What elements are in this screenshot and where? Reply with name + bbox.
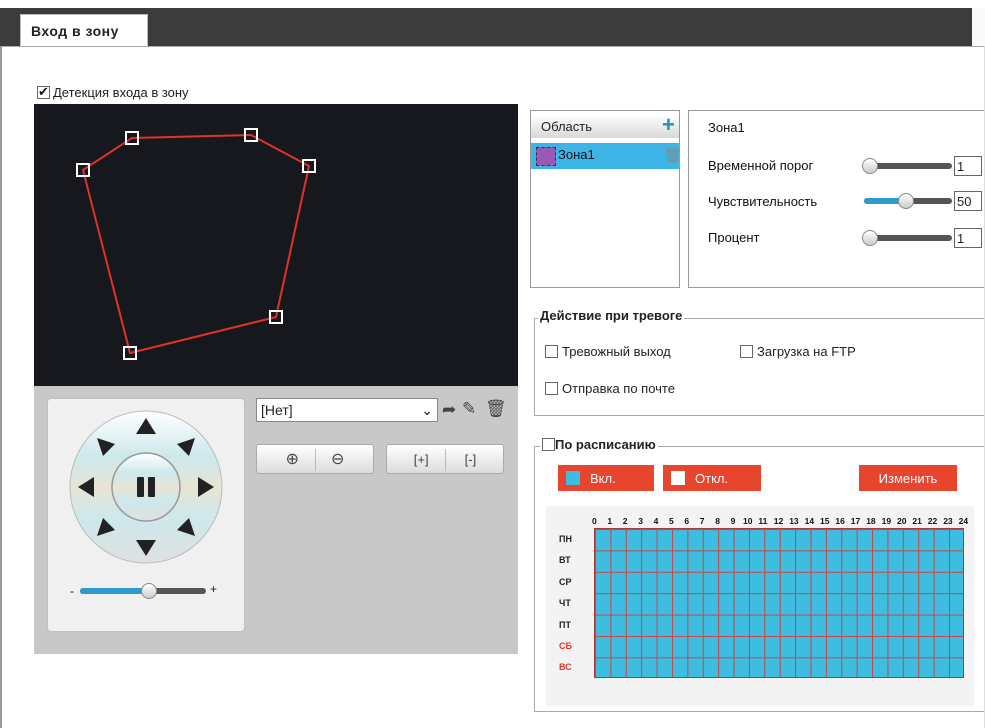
ftp-checkbox[interactable] bbox=[740, 345, 753, 359]
schedule-checkbox[interactable] bbox=[542, 438, 555, 452]
hour-label: 18 bbox=[866, 516, 876, 526]
hour-label: 14 bbox=[804, 516, 815, 526]
schedule-on-button[interactable]: Вкл. bbox=[558, 465, 654, 491]
preset-value: [Нет] bbox=[261, 402, 293, 418]
ftp-label: Загрузка на FTP bbox=[757, 344, 856, 360]
hour-label: 1 bbox=[607, 516, 613, 526]
hour-label: 20 bbox=[897, 516, 907, 526]
email-label: Отправка по почте bbox=[562, 381, 675, 397]
time-threshold-slider[interactable] bbox=[868, 163, 952, 169]
hour-label: 0 bbox=[592, 516, 597, 526]
hour-label: 10 bbox=[743, 516, 753, 526]
delete-trash-icon[interactable]: 🗑 bbox=[485, 399, 507, 419]
time-threshold-input[interactable]: 1 bbox=[954, 156, 982, 176]
hour-label: 19 bbox=[881, 516, 892, 526]
hour-label: 21 bbox=[912, 516, 922, 526]
zoom-out-icon[interactable]: ⊖ bbox=[331, 449, 344, 469]
zone-name: Зона1 bbox=[708, 120, 745, 135]
focus-far-icon[interactable]: [-] bbox=[465, 452, 477, 467]
percent-slider[interactable] bbox=[868, 235, 952, 241]
speed-slider-fill bbox=[80, 588, 150, 594]
percent-input[interactable]: 1 bbox=[954, 228, 982, 248]
hour-label: 2 bbox=[622, 516, 628, 526]
sensitivity-input[interactable]: 50 bbox=[954, 191, 982, 211]
detection-checkbox[interactable] bbox=[37, 84, 50, 100]
schedule-title-row: По расписанию bbox=[540, 436, 658, 453]
zone-polygon-overlay[interactable] bbox=[34, 104, 518, 386]
schedule-on-label: Вкл. bbox=[590, 470, 616, 486]
schedule-grid[interactable] bbox=[594, 528, 964, 678]
day-label: СБ bbox=[559, 641, 572, 651]
area-list-header: Область bbox=[531, 116, 679, 138]
sensitivity-label: Чувствительность bbox=[708, 194, 818, 209]
day-label: ПН bbox=[559, 534, 572, 544]
tab-zone-entry[interactable]: Вход в зону bbox=[20, 14, 148, 46]
ftp-option: Загрузка на FTP bbox=[736, 343, 856, 359]
hour-label: 16 bbox=[835, 516, 845, 526]
zoom-group: ⊕ ⊖ bbox=[256, 444, 374, 474]
speed-plus: + bbox=[210, 582, 218, 596]
hour-label: 8 bbox=[715, 516, 720, 526]
left-border bbox=[0, 46, 2, 728]
alarm-out-option: Тревожный выход bbox=[541, 343, 671, 359]
schedule-edit-button[interactable]: Изменить bbox=[859, 465, 957, 491]
day-label: ПТ bbox=[559, 619, 571, 630]
zoom-in-icon[interactable]: ⊕ bbox=[286, 449, 299, 469]
percent-knob[interactable] bbox=[862, 230, 878, 246]
video-preview[interactable] bbox=[34, 104, 518, 386]
schedule-off-button[interactable]: Откл. bbox=[663, 465, 761, 491]
area-color-swatch[interactable] bbox=[536, 147, 556, 166]
area-item-label: Зона1 bbox=[558, 147, 595, 162]
pause-icon[interactable] bbox=[137, 477, 144, 497]
alarm-out-label: Тревожный выход bbox=[562, 344, 671, 360]
tab-divider bbox=[0, 46, 985, 47]
hour-label: 22 bbox=[927, 516, 938, 526]
percent-label: Процент bbox=[708, 230, 760, 245]
day-label: ВТ bbox=[559, 555, 571, 566]
ptz-joystick[interactable] bbox=[66, 410, 226, 570]
chevron-down-icon: ⌄ bbox=[421, 401, 433, 418]
sensitivity-knob[interactable] bbox=[898, 193, 914, 209]
hour-label: 23 bbox=[943, 516, 953, 526]
hour-label: 9 bbox=[730, 516, 736, 526]
speed-minus: - bbox=[70, 584, 74, 598]
hour-label: 6 bbox=[684, 516, 690, 526]
email-checkbox[interactable] bbox=[545, 382, 558, 396]
tab-bar-scroll bbox=[972, 8, 985, 46]
hour-label: 13 bbox=[789, 516, 799, 526]
day-label: СР bbox=[559, 576, 572, 587]
go-preset-icon[interactable]: ➦ bbox=[442, 400, 456, 420]
delete-area-icon[interactable]: 🗑 bbox=[663, 146, 682, 164]
hour-label: 4 bbox=[653, 516, 659, 526]
detection-label: Детекция входа в зону bbox=[53, 85, 189, 101]
on-color-swatch bbox=[566, 471, 580, 485]
focus-group: [+] [-] bbox=[386, 444, 504, 474]
hour-label: 11 bbox=[758, 516, 768, 526]
schedule-off-label: Откл. bbox=[695, 470, 729, 486]
email-option: Отправка по почте bbox=[541, 380, 675, 396]
alarm-out-checkbox[interactable] bbox=[545, 345, 558, 359]
alarm-actions-title: Действие при тревоге bbox=[538, 308, 685, 323]
time-threshold-label: Временной порог bbox=[708, 158, 814, 173]
off-color-swatch bbox=[671, 471, 685, 485]
hour-label: 15 bbox=[820, 516, 830, 526]
focus-near-icon[interactable]: [+] bbox=[414, 452, 429, 467]
add-area-icon[interactable]: + bbox=[662, 114, 675, 136]
zone-polygon[interactable] bbox=[81, 133, 311, 355]
schedule-title: По расписанию bbox=[555, 437, 656, 453]
hour-label: 17 bbox=[850, 516, 861, 526]
hour-label: 24 bbox=[958, 516, 969, 526]
alarm-actions-group bbox=[534, 318, 985, 416]
hour-label: 5 bbox=[669, 516, 674, 526]
hour-label: 12 bbox=[773, 516, 784, 526]
hour-label: 7 bbox=[699, 516, 705, 526]
time-threshold-knob[interactable] bbox=[862, 158, 878, 174]
day-label: ВС bbox=[559, 662, 572, 673]
hour-label: 3 bbox=[638, 516, 643, 526]
edit-pencil-icon[interactable]: ✎ bbox=[462, 399, 476, 419]
preset-select[interactable]: [Нет] ⌄ bbox=[256, 398, 438, 422]
detection-row: Детекция входа в зону bbox=[34, 84, 189, 100]
day-label: ЧТ bbox=[559, 598, 571, 609]
